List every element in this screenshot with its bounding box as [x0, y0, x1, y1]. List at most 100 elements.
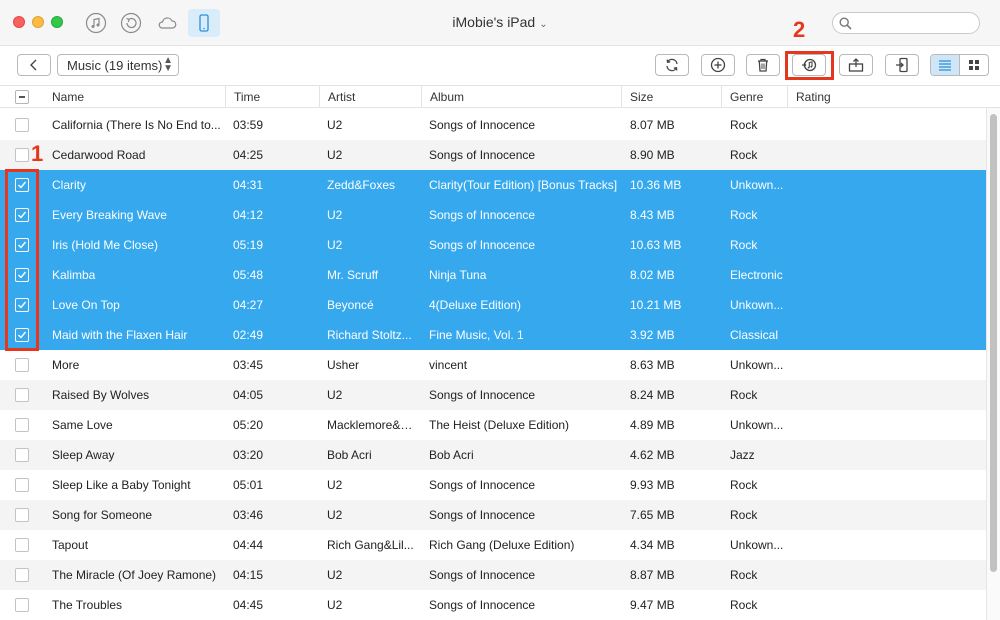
add-button[interactable]	[701, 54, 735, 76]
row-checkbox[interactable]	[15, 118, 29, 132]
cell-time: 04:44	[233, 538, 264, 552]
table-row[interactable]: Sleep Like a Baby Tonight 05:01 U2 Songs of…	[0, 470, 986, 500]
cell-artist: U2	[327, 478, 343, 492]
window-close-button[interactable]	[13, 16, 25, 28]
device-icon[interactable]	[188, 9, 220, 37]
device-title-dropdown[interactable]: iMobie's iPad ⌄	[452, 14, 547, 30]
list-view-button[interactable]	[931, 55, 960, 75]
row-checkbox[interactable]	[15, 238, 29, 252]
history-icon[interactable]	[119, 11, 143, 35]
table-row[interactable]: The Troubles 04:45 U2 Songs of Innocence 9.4…	[0, 590, 986, 620]
column-header-rating[interactable]: Rating	[788, 86, 986, 108]
cell-time: 04:25	[233, 148, 264, 162]
table-row[interactable]: Kalimba 05:48 Mr. Scruff Ninja Tuna 8.02 MB E…	[0, 260, 986, 290]
row-checkbox[interactable]	[15, 418, 29, 432]
cell-genre: Jazz	[730, 448, 755, 462]
cell-genre: Rock	[730, 568, 758, 582]
row-checkbox[interactable]	[15, 388, 29, 402]
table-row[interactable]: Song for Someone 03:46 U2 Songs of Innocenc…	[0, 500, 986, 530]
cell-genre: Rock	[730, 148, 758, 162]
cell-time: 04:12	[233, 208, 264, 222]
cell-size: 8.43 MB	[630, 208, 675, 222]
table-row[interactable]: Every Breaking Wave 04:12 U2 Songs of Innoc…	[0, 200, 986, 230]
table-row[interactable]: Maid with the Flaxen Hair 02:49 Richard St…	[0, 320, 986, 350]
column-header-album[interactable]: Album	[422, 86, 622, 108]
music-icon[interactable]	[84, 11, 108, 35]
scrollbar-thumb[interactable]	[990, 114, 997, 572]
cell-genre: Rock	[730, 208, 758, 222]
table-row[interactable]: More 03:45 Usher vincent 8.63 MB Unkown...	[0, 350, 986, 380]
table-row[interactable]: Tapout 04:44 Rich Gang&Lil... Rich Gang (De…	[0, 530, 986, 560]
row-checkbox[interactable]	[15, 298, 29, 312]
cell-name: Sleep Like a Baby Tonight	[52, 478, 191, 492]
cell-album: Ninja Tuna	[429, 268, 487, 282]
refresh-button[interactable]	[655, 54, 689, 76]
cell-size: 8.02 MB	[630, 268, 675, 282]
table-row[interactable]: California (There Is No End to... 03:59 U2…	[0, 110, 986, 140]
table-row[interactable]: Love On Top 04:27 Beyoncé 4(Deluxe Edition)…	[0, 290, 986, 320]
export-to-computer-button[interactable]	[839, 54, 873, 76]
row-checkbox[interactable]	[15, 448, 29, 462]
cell-genre: Unkown...	[730, 358, 784, 372]
column-header-time[interactable]: Time	[226, 86, 320, 108]
table-row[interactable]: Sleep Away 03:20 Bob Acri Bob Acri 4.62 MB Ja…	[0, 440, 986, 470]
cell-name: Iris (Hold Me Close)	[52, 238, 159, 252]
table-row[interactable]: Clarity 04:31 Zedd&Foxes Clarity(Tour Editi…	[0, 170, 986, 200]
row-checkbox[interactable]	[15, 268, 29, 282]
table-row[interactable]: The Miracle (Of Joey Ramone) 04:15 U2 Songs…	[0, 560, 986, 590]
checkmark-icon	[18, 271, 27, 279]
row-checkbox[interactable]	[15, 508, 29, 522]
row-checkbox[interactable]	[15, 568, 29, 582]
column-header-size[interactable]: Size	[622, 86, 722, 108]
category-select[interactable]: Music (19 items) ▲ ▼	[57, 54, 179, 76]
table-row[interactable]: Cedarwood Road 04:25 U2 Songs of Innocence 8…	[0, 140, 986, 170]
cell-name: California (There Is No End to...	[52, 118, 221, 132]
cloud-icon[interactable]	[155, 11, 179, 35]
row-checkbox[interactable]	[15, 208, 29, 222]
back-button[interactable]	[17, 54, 51, 76]
row-checkbox[interactable]	[15, 538, 29, 552]
cell-size: 8.63 MB	[630, 358, 675, 372]
refresh-icon	[666, 58, 678, 72]
cell-time: 05:01	[233, 478, 264, 492]
row-checkbox[interactable]	[15, 148, 29, 162]
table-row[interactable]: Raised By Wolves 04:05 U2 Songs of Innocenc…	[0, 380, 986, 410]
window-maximize-button[interactable]	[51, 16, 63, 28]
column-header-artist[interactable]: Artist	[320, 86, 422, 108]
cell-size: 10.36 MB	[630, 178, 682, 192]
send-to-device-button[interactable]	[885, 54, 919, 76]
cell-artist: U2	[327, 508, 343, 522]
row-checkbox[interactable]	[15, 358, 29, 372]
to-itunes-button[interactable]	[792, 54, 826, 76]
toolbar: Music (19 items) ▲ ▼	[0, 46, 1000, 86]
search-input[interactable]	[832, 12, 980, 34]
window-minimize-button[interactable]	[32, 16, 44, 28]
search-icon	[839, 17, 852, 30]
vertical-scrollbar[interactable]	[986, 108, 1000, 620]
checkmark-icon	[18, 181, 27, 189]
cell-album: Songs of Innocence	[429, 148, 536, 162]
row-checkbox[interactable]	[15, 478, 29, 492]
cell-album: Songs of Innocence	[429, 508, 536, 522]
table-row[interactable]: Iris (Hold Me Close) 05:19 U2 Songs of Inno…	[0, 230, 986, 260]
row-checkbox[interactable]	[15, 328, 29, 342]
cell-size: 9.93 MB	[630, 478, 675, 492]
column-header-name[interactable]: Name	[44, 86, 226, 108]
cell-time: 03:20	[233, 448, 264, 462]
select-all-checkbox[interactable]	[15, 90, 29, 104]
row-checkbox[interactable]	[15, 178, 29, 192]
cell-album: Bob Acri	[429, 448, 474, 462]
row-checkbox[interactable]	[15, 598, 29, 612]
cell-artist: Mr. Scruff	[327, 268, 379, 282]
cell-size: 7.65 MB	[630, 508, 675, 522]
grid-view-button[interactable]	[960, 55, 988, 75]
list-view-icon	[938, 60, 951, 71]
to-itunes-icon	[802, 58, 817, 72]
cell-name: Kalimba	[52, 268, 96, 282]
delete-button[interactable]	[746, 54, 780, 76]
cell-genre: Rock	[730, 508, 758, 522]
cell-size: 4.62 MB	[630, 448, 675, 462]
send-to-device-icon	[896, 57, 908, 73]
column-header-genre[interactable]: Genre	[722, 86, 788, 108]
table-row[interactable]: Same Love 05:20 Macklemore&R... The Heist (…	[0, 410, 986, 440]
